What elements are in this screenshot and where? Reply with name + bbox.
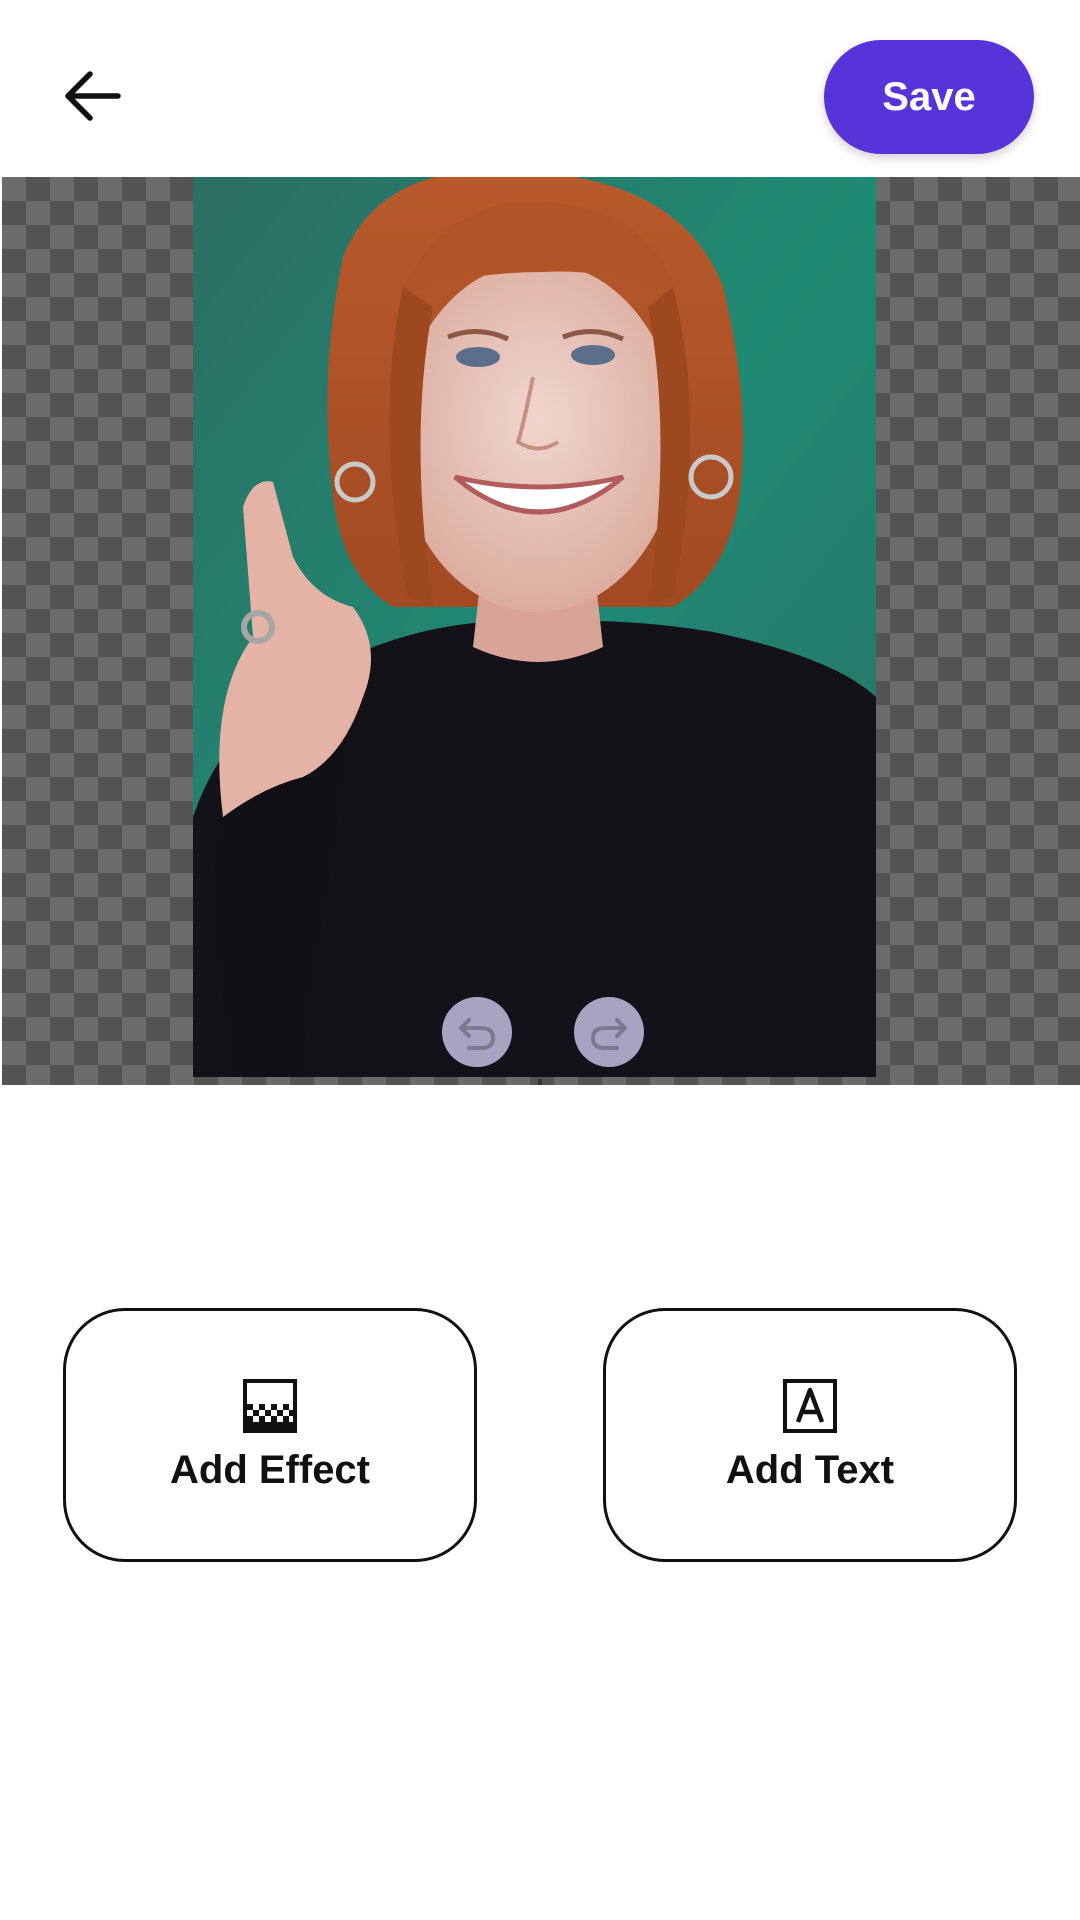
text-box-icon [783,1378,837,1433]
photo-preview[interactable] [193,177,876,1077]
add-effect-label: Add Effect [170,1447,370,1492]
editor-canvas[interactable] [2,177,1080,1085]
add-effect-button[interactable]: Add Effect [63,1308,477,1562]
redo-button[interactable] [574,997,644,1067]
add-text-button[interactable]: Add Text [603,1308,1017,1562]
arrow-left-icon [65,71,121,121]
undo-icon [459,1018,496,1050]
save-button[interactable]: Save [824,40,1034,154]
effect-gradient-icon [243,1378,297,1433]
undo-button[interactable] [442,997,512,1067]
redo-icon [590,1018,627,1050]
top-bar: Save [0,0,1080,176]
add-text-label: Add Text [725,1447,895,1492]
canvas-center-marker [538,1079,542,1085]
back-button[interactable] [52,60,132,132]
